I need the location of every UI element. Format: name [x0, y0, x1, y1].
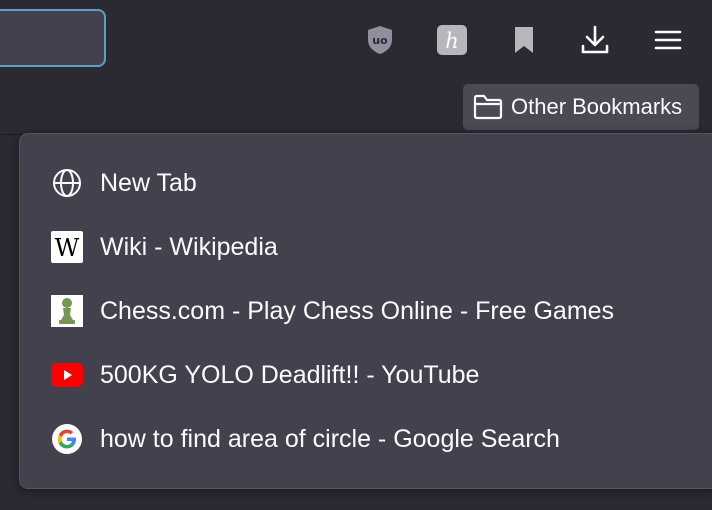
honey-extension-button[interactable]: h	[434, 20, 470, 60]
globe-icon	[51, 167, 83, 199]
menu-item-youtube[interactable]: 500KG YOLO Deadlift!! - YouTube	[51, 355, 479, 395]
menu-item-google-search[interactable]: how to find area of circle - Google Sear…	[51, 419, 560, 459]
download-icon	[581, 25, 609, 54]
downloads-button[interactable]	[577, 20, 613, 60]
svg-text:uo: uo	[372, 34, 388, 47]
youtube-icon	[51, 359, 83, 391]
google-icon	[51, 423, 83, 455]
url-bar[interactable]	[0, 9, 106, 67]
bookmark-button[interactable]	[506, 20, 542, 60]
other-bookmarks-button[interactable]: Other Bookmarks	[463, 84, 699, 130]
svg-text:h: h	[445, 29, 459, 53]
menu-item-chess[interactable]: Chess.com - Play Chess Online - Free Gam…	[51, 291, 614, 331]
menu-item-label: Chess.com - Play Chess Online - Free Gam…	[100, 296, 615, 325]
app-menu-button[interactable]	[650, 20, 686, 60]
honey-extension-icon: h	[437, 25, 467, 55]
bookmark-icon	[515, 27, 533, 53]
ublock-origin-icon: uo	[368, 26, 392, 54]
menu-item-label: New Tab	[100, 168, 197, 197]
menu-item-label: how to find area of circle - Google Sear…	[100, 424, 560, 453]
menu-item-wikipedia[interactable]: W Wiki - Wikipedia	[51, 227, 278, 267]
folder-icon	[473, 94, 503, 120]
wikipedia-icon: W	[51, 231, 83, 263]
other-bookmarks-label: Other Bookmarks	[511, 94, 683, 119]
hamburger-menu-icon	[654, 30, 682, 50]
chess-pawn-icon	[51, 295, 83, 327]
menu-item-label: Wiki - Wikipedia	[100, 232, 278, 261]
other-bookmarks-menu: New Tab W Wiki - Wikipedia Chess.com - P…	[19, 133, 712, 489]
menu-item-new-tab[interactable]: New Tab	[51, 163, 197, 203]
navigation-toolbar: uo h	[0, 0, 712, 82]
svg-text:W: W	[55, 234, 80, 262]
ublock-origin-button[interactable]: uo	[362, 20, 398, 60]
menu-item-label: 500KG YOLO Deadlift!! - YouTube	[100, 360, 480, 389]
